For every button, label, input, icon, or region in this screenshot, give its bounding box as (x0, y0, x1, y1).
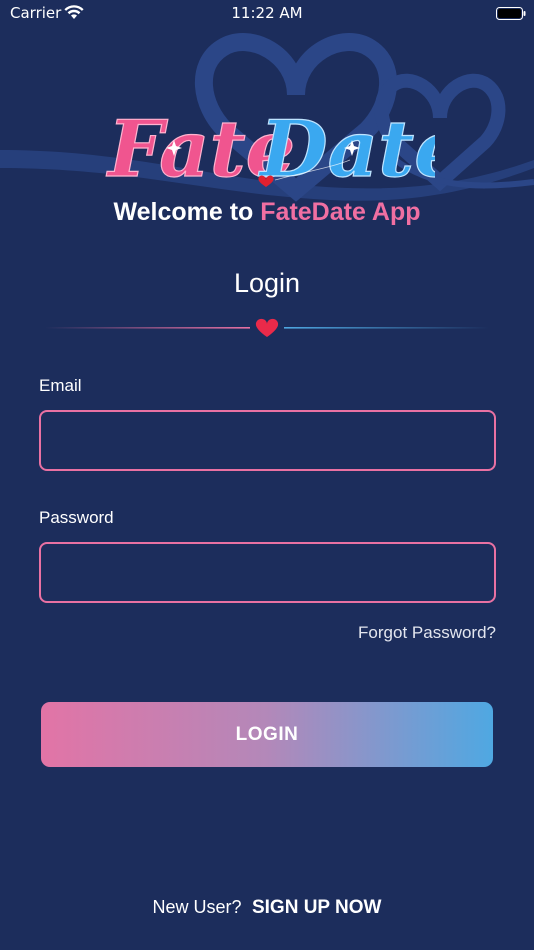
welcome-prefix: Welcome to (113, 198, 254, 226)
status-time: 11:22 AM (231, 4, 303, 22)
battery-icon (496, 7, 526, 20)
status-bar: Carrier 11:22 AM (0, 0, 534, 28)
fatedate-logo: Fate Date (105, 103, 435, 195)
welcome-heading: Welcome to FateDate App (0, 198, 534, 227)
title-divider (45, 318, 489, 337)
app-name: FateDate App (260, 198, 421, 226)
login-screen: Carrier 11:22 AM Fate Date Welcome to Fa… (0, 0, 534, 950)
logo-word-date: Date (258, 104, 435, 195)
new-user-label: New User? (152, 897, 242, 917)
email-field[interactable] (39, 410, 496, 471)
forgot-password-link[interactable]: Forgot Password? (358, 623, 496, 643)
password-label: Password (39, 508, 114, 527)
page-title: Login (233, 268, 301, 298)
heart-icon (255, 318, 279, 337)
password-field[interactable] (39, 542, 496, 603)
email-label: Email (39, 376, 82, 395)
signup-link[interactable]: SIGN UP NOW (252, 897, 382, 918)
login-button[interactable]: LOGIN (41, 702, 493, 767)
signup-row: New User? SIGN UP NOW (0, 897, 534, 919)
